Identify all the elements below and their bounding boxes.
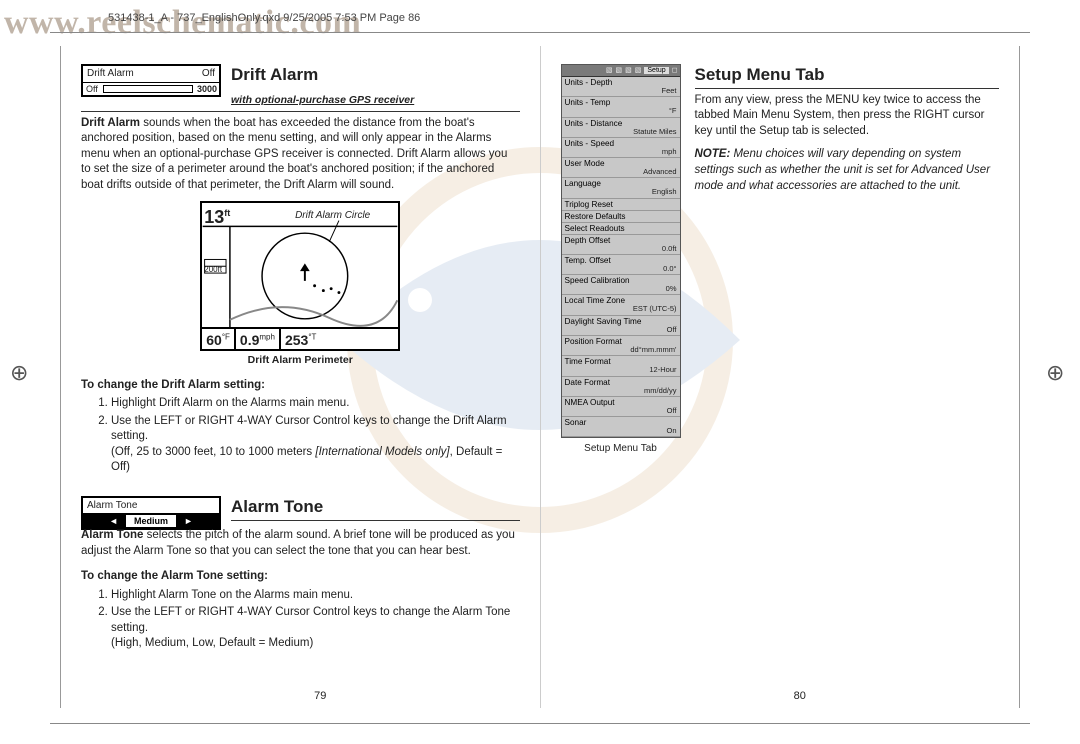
- menu-row: Select Readouts: [562, 223, 680, 235]
- menu-row: Units - Temp°F: [562, 97, 680, 117]
- menu-row-key: Triplog Reset: [565, 200, 677, 209]
- menu-row: LanguageEnglish: [562, 178, 680, 198]
- menu-tabs: ▧▧▧▧ Setup ◻: [562, 65, 680, 77]
- menu-row-value: dd°mm.mmm': [565, 346, 677, 354]
- diagram-caption: Drift Alarm Perimeter: [81, 353, 520, 367]
- crop-line: [50, 723, 1030, 724]
- course-readout: 253°T: [281, 329, 320, 349]
- menu-row: Restore Defaults: [562, 211, 680, 223]
- chevron-left-icon: ◄: [109, 515, 118, 527]
- page-left-column: Drift Alarm Off Off 3000 Drift Alarm wit…: [60, 46, 541, 708]
- menu-row: Speed Calibration0%: [562, 275, 680, 295]
- page-right-column: ▧▧▧▧ Setup ◻ Units - DepthFeetUnits - Te…: [541, 46, 1021, 708]
- menu-row-value: Feet: [565, 87, 677, 95]
- registration-mark-icon: ⊕: [10, 360, 34, 384]
- list-item: Use the LEFT or RIGHT 4-WAY Cursor Contr…: [111, 414, 520, 476]
- menu-row-key: Speed Calibration: [565, 276, 677, 285]
- menu-row-key: NMEA Output: [565, 398, 677, 407]
- menu-row: Units - DistanceStatute Miles: [562, 118, 680, 138]
- menu-row: Units - Speedmph: [562, 138, 680, 158]
- page-number: 80: [561, 689, 1040, 704]
- drift-alarm-heading: Drift Alarm with optional-purchase GPS r…: [231, 64, 520, 110]
- menu-row-value: mph: [565, 148, 677, 156]
- list-item: Use the LEFT or RIGHT 4-WAY Cursor Contr…: [111, 605, 520, 652]
- menu-row-value: Advanced: [565, 168, 677, 176]
- menu-row-key: Temp. Offset: [565, 256, 677, 265]
- menu-row: SonarOn: [562, 417, 680, 437]
- list-item: Highlight Alarm Tone on the Alarms main …: [111, 588, 520, 604]
- menu-row-value: 0.0°: [565, 265, 677, 273]
- scale-label: 200ft: [204, 265, 222, 276]
- menu-row-value: Off: [565, 326, 677, 334]
- change-drift-heading: To change the Drift Alarm setting:: [81, 378, 520, 394]
- diagram-readouts: 60°F 0.9mph 253°T: [202, 327, 398, 349]
- menu-row-key: Select Readouts: [565, 224, 677, 233]
- menu-row-key: Units - Depth: [565, 78, 677, 87]
- menu-row-key: Sonar: [565, 418, 677, 427]
- circle-label: Drift Alarm Circle: [295, 209, 370, 223]
- slider-track: [103, 85, 193, 93]
- speed-readout: 0.9mph: [236, 329, 281, 349]
- menu-row-key: Daylight Saving Time: [565, 317, 677, 326]
- menu-row: Depth Offset0.0ft: [562, 235, 680, 255]
- page-number: 79: [81, 689, 560, 704]
- menu-row-value: 0.0ft: [565, 245, 677, 253]
- menu-row: Date Formatmm/dd/yy: [562, 377, 680, 397]
- menu-row-key: Restore Defaults: [565, 212, 677, 221]
- menu-row: Time Format12-Hour: [562, 356, 680, 376]
- tab-setup: Setup: [644, 67, 668, 75]
- menu-row-key: Depth Offset: [565, 236, 677, 245]
- menu-row: User ModeAdvanced: [562, 158, 680, 178]
- menu-row: Local Time ZoneEST (UTC-5): [562, 295, 680, 315]
- depth-readout: 13ft: [204, 205, 230, 229]
- setup-menu-graphic: ▧▧▧▧ Setup ◻ Units - DepthFeetUnits - Te…: [561, 64, 681, 438]
- ui-label: Alarm Tone: [83, 498, 219, 515]
- menu-row: Triplog Reset: [562, 199, 680, 211]
- temp-readout: 60°F: [202, 329, 236, 349]
- drift-alarm-description: Drift Alarm sounds when the boat has exc…: [81, 116, 520, 194]
- menu-row-value: 0%: [565, 285, 677, 293]
- menu-row-value: °F: [565, 107, 677, 115]
- divider: [231, 520, 520, 521]
- alarm-tone-heading: Alarm Tone: [231, 496, 520, 519]
- crop-line: [50, 32, 1030, 33]
- list-item: Highlight Drift Alarm on the Alarms main…: [111, 396, 520, 412]
- ui-value: Off: [202, 67, 215, 81]
- setup-menu-caption: Setup Menu Tab: [561, 442, 681, 456]
- menu-row: NMEA OutputOff: [562, 397, 680, 417]
- menu-row-value: mm/dd/yy: [565, 387, 677, 395]
- menu-row: Position Formatdd°mm.mmm': [562, 336, 680, 356]
- drift-alarm-setting-graphic: Drift Alarm Off Off 3000: [81, 64, 221, 97]
- menu-row-value: Off: [565, 407, 677, 415]
- menu-row-key: Units - Temp: [565, 98, 677, 107]
- menu-row: Temp. Offset0.0°: [562, 255, 680, 275]
- menu-row: Units - DepthFeet: [562, 77, 680, 97]
- drift-steps-list: Highlight Drift Alarm on the Alarms main…: [111, 396, 520, 476]
- menu-row-value: On: [565, 427, 677, 435]
- print-job-header: 531438-1_A - 737_EnglishOnly.qxd 9/25/20…: [108, 12, 420, 24]
- alarm-tone-description: Alarm Tone selects the pitch of the alar…: [81, 528, 520, 559]
- menu-row-key: Units - Speed: [565, 139, 677, 148]
- drift-alarm-diagram: 13ft Drift Alarm Circle 200ft 60°F 0.9mp…: [200, 201, 400, 351]
- menu-row-value: Statute Miles: [565, 128, 677, 136]
- chevron-right-icon: ►: [184, 515, 193, 527]
- menu-row-value: 12-Hour: [565, 366, 677, 374]
- divider: [695, 88, 1000, 89]
- ui-label: Drift Alarm: [87, 67, 134, 81]
- menu-row: Daylight Saving TimeOff: [562, 316, 680, 336]
- change-tone-heading: To change the Alarm Tone setting:: [81, 569, 520, 585]
- menu-row-value: EST (UTC-5): [565, 305, 677, 313]
- ui-range-max: 3000: [195, 83, 219, 95]
- divider: [81, 111, 520, 112]
- ui-range-min: Off: [83, 83, 101, 95]
- registration-mark-icon: ⊕: [1046, 360, 1070, 384]
- setup-tab-heading: Setup Menu Tab: [695, 64, 1000, 87]
- ui-value: Medium: [126, 515, 176, 527]
- alarm-tone-setting-graphic: Alarm Tone ◄ Medium ►: [81, 496, 221, 531]
- setup-intro-text: From any view, press the MENU key twice …: [695, 93, 1000, 140]
- setup-note: NOTE: Menu choices will vary depending o…: [695, 147, 1000, 194]
- menu-row-value: English: [565, 188, 677, 196]
- tone-steps-list: Highlight Alarm Tone on the Alarms main …: [111, 588, 520, 652]
